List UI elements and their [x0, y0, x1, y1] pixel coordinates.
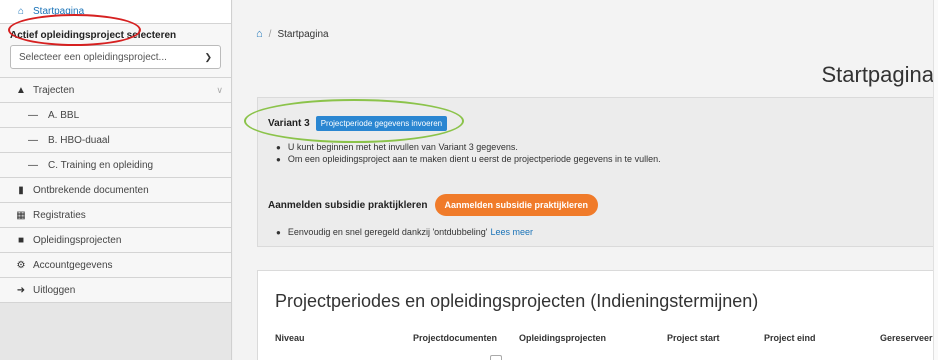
table-header-niveau: Niveau — [275, 333, 305, 343]
main-content: ⌂ / Startpagina Startpagina Variant 3 Pr… — [233, 0, 938, 360]
table-header-project-eind: Project eind — [764, 333, 816, 343]
lees-meer-link[interactable]: Lees meer — [490, 227, 533, 237]
sidebar-item-trajecten[interactable]: ▲ Trajecten ∨ — [0, 78, 231, 103]
bullet-icon: ● — [276, 142, 281, 152]
sidebar-item-label: Accountgegevens — [33, 259, 113, 271]
sidebar-subitem-label: C. Training en opleiding — [48, 159, 154, 171]
section-title: Projectperiodes en opleidingsprojecten (… — [275, 291, 759, 311]
project-select[interactable]: Selecteer een opleidingsproject... ❯ — [10, 45, 221, 69]
sidebar-item-label: Trajecten — [33, 84, 75, 96]
sidebar: ⌂ Startpagina Actief opleidingsproject s… — [0, 0, 232, 360]
home-icon[interactable]: ⌂ — [256, 28, 263, 40]
list-item: ● U kunt beginnen met het invullen van Va… — [276, 141, 661, 153]
annotation-ellipse-red — [8, 14, 141, 46]
chevron-down-icon: ∨ — [216, 84, 223, 95]
list-item: ● Eenvoudig en snel geregeld dankzij 'ont… — [276, 226, 533, 238]
sidebar-item-registraties[interactable]: ▦ Registraties — [0, 203, 231, 228]
bullet-text: Eenvoudig en snel geregeld dankzij 'ontd… — [287, 227, 488, 237]
checkbox[interactable] — [490, 355, 502, 360]
sidebar-item-label: Opleidingsprojecten — [33, 234, 122, 246]
annotation-ellipse-green — [244, 99, 464, 143]
sidebar-item-uitloggen[interactable]: ➜ Uitloggen — [0, 278, 231, 303]
project-select-value: Selecteer een opleidingsproject... — [19, 51, 167, 63]
sidebar-subitem-bbl[interactable]: — A. BBL — [0, 103, 231, 128]
bullet-icon: ● — [276, 154, 281, 164]
book-icon: ■ — [17, 234, 25, 246]
table-header-opleidingsprojecten: Opleidingsprojecten — [519, 333, 607, 343]
sidebar-item-label: Ontbrekende documenten — [33, 184, 149, 196]
subsidie-label: Aanmelden subsidie praktijkleren — [268, 199, 428, 211]
sidebar-subitem-label: A. BBL — [48, 109, 80, 121]
sidebar-item-label: Uitloggen — [33, 284, 76, 296]
breadcrumb-current: Startpagina — [277, 28, 329, 40]
bullet-icon: ● — [276, 227, 281, 237]
sidebar-item-label: Registraties — [33, 209, 86, 221]
sidebar-subitem-label: B. HBO-duaal — [48, 134, 110, 146]
breadcrumb-separator: / — [268, 28, 272, 40]
table-header-projectdocumenten: Projectdocumenten — [413, 333, 498, 343]
sidebar-item-accountgegevens[interactable]: ⚙ Accountgegevens — [0, 253, 231, 278]
aanmelden-subsidie-button[interactable]: Aanmelden subsidie praktijkleren — [434, 194, 599, 216]
table-header-project-start: Project start — [667, 333, 720, 343]
dash-icon: — — [28, 109, 38, 121]
sidebar-item-ontbrekende-documenten[interactable]: ▮ Ontbrekende documenten — [0, 178, 231, 203]
variant-bullets: ● U kunt beginnen met het invullen van Va… — [276, 141, 661, 165]
bullet-text: U kunt beginnen met het invullen van Var… — [287, 142, 518, 152]
projectperiodes-panel: Projectperiodes en opleidingsprojecten (… — [257, 270, 938, 360]
gears-icon: ⚙ — [16, 259, 26, 271]
dash-icon: — — [28, 159, 38, 171]
scrollbar[interactable] — [933, 0, 938, 360]
chevron-down-icon: ❯ — [204, 51, 212, 62]
breadcrumb: ⌂ / Startpagina — [256, 28, 329, 40]
graduation-cap-icon: ▲ — [16, 84, 26, 96]
subsidie-bullets: ● Eenvoudig en snel geregeld dankzij 'ont… — [276, 226, 533, 238]
sidebar-subitem-training[interactable]: — C. Training en opleiding — [0, 153, 231, 178]
list-item: ● Om een opleidingsproject aan te maken d… — [276, 153, 661, 165]
page-title: Startpagina — [821, 62, 934, 87]
dash-icon: — — [28, 134, 38, 146]
sidebar-subitem-hbo-duaal[interactable]: — B. HBO-duaal — [0, 128, 231, 153]
sidebar-item-opleidingsprojecten[interactable]: ■ Opleidingsprojecten — [0, 228, 231, 253]
bullet-text: Om een opleidingsproject aan te maken di… — [287, 154, 661, 164]
table-icon: ▦ — [16, 209, 26, 221]
subsidie-row: Aanmelden subsidie praktijkleren Aanmeld… — [268, 194, 599, 216]
file-icon: ▮ — [18, 184, 24, 196]
sign-out-icon: ➜ — [16, 284, 26, 296]
home-icon: ⌂ — [17, 6, 25, 17]
table-header-gereserveerd: Gereserveer — [880, 333, 933, 343]
